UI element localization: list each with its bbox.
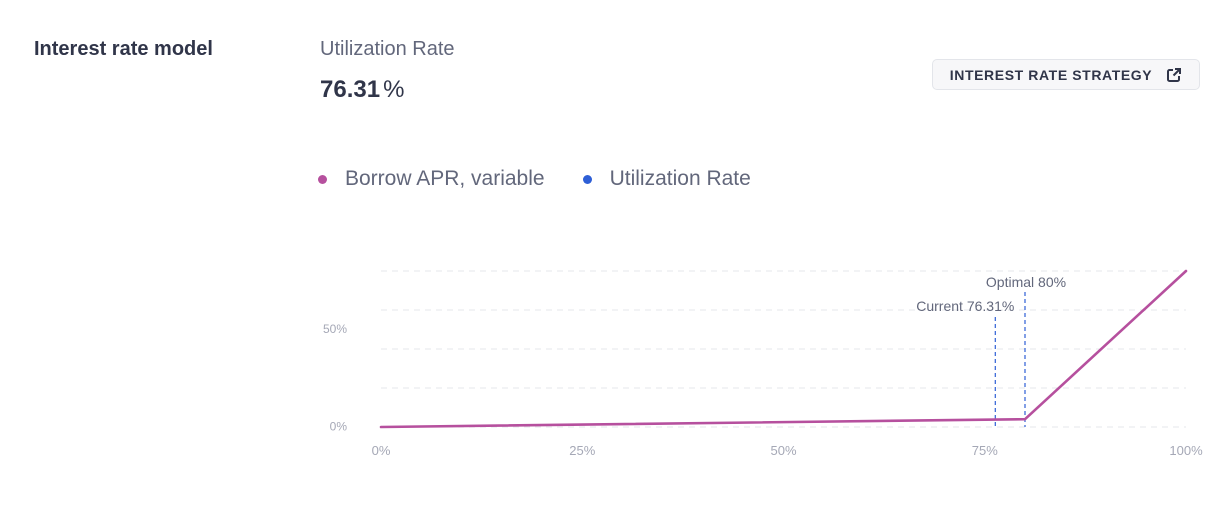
- annotation-label: Optimal 80%: [986, 274, 1066, 290]
- y-tick-label: 50%: [323, 322, 347, 336]
- external-link-icon: [1166, 67, 1182, 83]
- x-tick-label: 75%: [972, 443, 998, 458]
- series-line-borrow-apr: [379, 269, 1188, 429]
- utilization-value: 76.31%: [320, 76, 404, 104]
- x-tick-label: 100%: [1169, 443, 1203, 458]
- utilization-number: 76.31: [320, 76, 381, 103]
- utilization-unit: %: [383, 76, 405, 103]
- x-tick-label: 50%: [770, 443, 796, 458]
- x-tick-label: 0%: [372, 443, 391, 458]
- legend-label-borrow-apr: Borrow APR, variable: [345, 167, 545, 190]
- y-tick-label: 0%: [330, 420, 348, 434]
- legend-item-utilization-rate[interactable]: Utilization Rate: [582, 167, 751, 191]
- legend-label-utilization-rate: Utilization Rate: [609, 167, 751, 190]
- legend-dot-utilization-rate: [582, 175, 592, 184]
- utilization-label: Utilization Rate: [320, 38, 455, 60]
- interest-rate-strategy-button[interactable]: INTEREST RATE STRATEGY: [932, 59, 1200, 90]
- legend-dot-borrow-apr: [318, 175, 327, 184]
- section-title: Interest rate model: [34, 38, 213, 60]
- legend-item-borrow-apr[interactable]: Borrow APR, variable: [318, 167, 545, 191]
- interest-rate-strategy-label: INTEREST RATE STRATEGY: [949, 66, 1153, 83]
- annotation-label: Current 76.31%: [916, 298, 1014, 314]
- x-tick-label: 25%: [569, 443, 595, 458]
- chart-legend: Borrow APR, variable Utilization Rate: [318, 167, 789, 191]
